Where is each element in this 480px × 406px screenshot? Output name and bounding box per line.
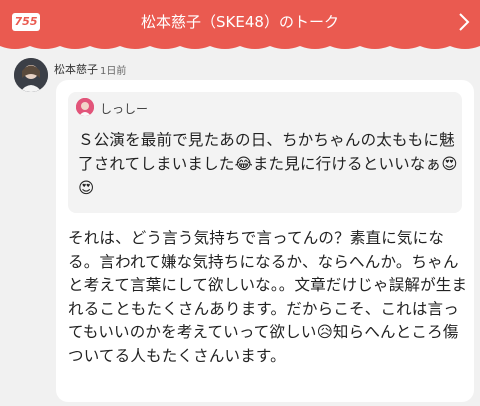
quote-author: しっしー	[100, 102, 149, 116]
chevron-right-icon[interactable]	[456, 12, 472, 32]
top-bar: 755 松本慈子（SKE48）のトーク	[0, 0, 480, 44]
quote-avatar	[76, 98, 94, 116]
reply-text: それは、どう言う気持ちで言ってんの？素直に気になる。言われて嫌な気持ちになるか、…	[68, 229, 468, 365]
avatar[interactable]	[14, 58, 48, 92]
page-title: 松本慈子（SKE48）のトーク	[141, 13, 339, 31]
quote-text: Ｓ公演を最前で見たあの日、ちかちゃんの太ももに魅了されてしまいました😂また見に行…	[78, 131, 458, 197]
header-scallop-divider	[0, 44, 480, 52]
sender-name: 松本慈子	[54, 63, 98, 76]
app-logo-755[interactable]: 755	[12, 13, 40, 31]
timestamp: 1日前	[100, 66, 127, 77]
